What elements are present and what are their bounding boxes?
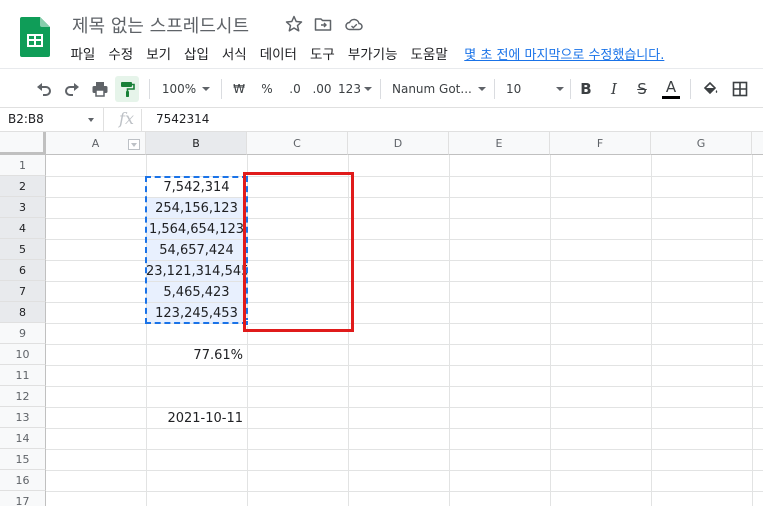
decrease-decimal-button[interactable]: .0 bbox=[283, 76, 307, 102]
more-formats-button[interactable]: 123 bbox=[338, 76, 372, 102]
row-header-15[interactable]: 15 bbox=[0, 449, 46, 470]
toolbar-separator bbox=[149, 79, 150, 99]
zoom-caret-icon bbox=[202, 87, 211, 91]
column-header-g[interactable]: G bbox=[651, 132, 752, 155]
print-icon bbox=[92, 82, 108, 97]
annotation-highlight-box bbox=[243, 172, 354, 332]
formula-bar: B2:B8 fx 7542314 bbox=[0, 108, 763, 132]
row-header-3[interactable]: 3 bbox=[0, 197, 46, 218]
toolbar-separator bbox=[690, 79, 691, 99]
currency-format-button[interactable]: ₩ bbox=[228, 76, 250, 102]
fill-color-icon bbox=[703, 81, 718, 95]
column-header-c[interactable]: C bbox=[247, 132, 348, 155]
row-header-13[interactable]: 13 bbox=[0, 407, 46, 428]
font-size-caret-icon bbox=[556, 87, 564, 91]
sheets-logo-icon[interactable] bbox=[20, 17, 50, 57]
borders-button[interactable] bbox=[728, 76, 752, 102]
header: 제목 없는 스프레드시트 파일 수정 보기 삽입 서식 데이터 도구 부가기능 … bbox=[0, 0, 763, 68]
row-header-9[interactable]: 9 bbox=[0, 323, 46, 344]
column-header-d[interactable]: D bbox=[348, 132, 449, 155]
menu-file[interactable]: 파일 bbox=[64, 43, 102, 63]
percent-format-button[interactable]: % bbox=[256, 76, 278, 102]
column-header-f[interactable]: F bbox=[550, 132, 651, 155]
menu-data[interactable]: 데이터 bbox=[253, 43, 303, 63]
name-box-caret-icon[interactable] bbox=[88, 118, 94, 122]
row-header-8[interactable]: 8 bbox=[0, 302, 46, 323]
menu-view[interactable]: 보기 bbox=[140, 43, 178, 63]
gridline bbox=[651, 155, 652, 506]
sheets-app: 제목 없는 스프레드시트 파일 수정 보기 삽입 서식 데이터 도구 부가기능 … bbox=[0, 0, 763, 506]
column-header-e[interactable]: E bbox=[449, 132, 550, 155]
row-header-16[interactable]: 16 bbox=[0, 470, 46, 491]
row-header-1[interactable]: 1 bbox=[0, 155, 46, 176]
text-color-button[interactable]: A bbox=[659, 76, 683, 102]
paint-format-button[interactable] bbox=[115, 76, 139, 102]
star-icon[interactable] bbox=[284, 14, 304, 34]
paint-format-icon bbox=[121, 82, 135, 97]
gridline bbox=[752, 155, 753, 506]
text-color-swatch bbox=[662, 96, 680, 99]
menu-help[interactable]: 도움말 bbox=[404, 43, 454, 63]
bold-button[interactable]: B bbox=[575, 76, 597, 102]
gridline bbox=[46, 470, 763, 471]
toolbar: 100% ₩ % .0 .00 123 Nanum Got... 10 B I … bbox=[0, 68, 763, 108]
menu-tools[interactable]: 도구 bbox=[303, 43, 341, 63]
borders-icon bbox=[732, 81, 748, 97]
font-family-select[interactable]: Nanum Got... bbox=[392, 76, 486, 102]
row-header-4[interactable]: 4 bbox=[0, 218, 46, 239]
menu-insert[interactable]: 삽입 bbox=[178, 43, 216, 63]
redo-icon bbox=[65, 83, 79, 96]
toolbar-separator bbox=[494, 79, 495, 99]
row-header-10[interactable]: 10 bbox=[0, 344, 46, 365]
row-header-14[interactable]: 14 bbox=[0, 428, 46, 449]
row-header-7[interactable]: 7 bbox=[0, 281, 46, 302]
column-header-overflow bbox=[752, 132, 763, 155]
menu-edit[interactable]: 수정 bbox=[102, 43, 140, 63]
gridline bbox=[449, 155, 450, 506]
increase-decimal-button[interactable]: .00 bbox=[309, 76, 335, 102]
toolbar-separator bbox=[221, 79, 222, 99]
italic-button[interactable]: I bbox=[603, 76, 625, 102]
copy-selection-border bbox=[145, 176, 248, 324]
column-filter-icon[interactable] bbox=[128, 139, 140, 150]
menu-addons[interactable]: 부가기능 bbox=[341, 43, 404, 63]
cloud-saved-icon[interactable] bbox=[344, 14, 364, 34]
row-header-11[interactable]: 11 bbox=[0, 365, 46, 386]
move-to-folder-icon[interactable] bbox=[313, 14, 333, 34]
font-size-select[interactable]: 10 bbox=[506, 76, 564, 102]
document-title[interactable]: 제목 없는 스프레드시트 bbox=[72, 12, 249, 38]
zoom-select[interactable]: 100% bbox=[158, 76, 214, 102]
fill-color-button[interactable] bbox=[698, 76, 722, 102]
gridline bbox=[46, 449, 763, 450]
row-header-12[interactable]: 12 bbox=[0, 386, 46, 407]
last-edit-link[interactable]: 몇 초 전에 마지막으로 수정했습니다. bbox=[464, 44, 664, 63]
redo-button[interactable] bbox=[60, 76, 84, 102]
toolbar-separator bbox=[380, 79, 381, 99]
undo-icon bbox=[37, 83, 51, 96]
formula-input[interactable]: 7542314 bbox=[156, 112, 209, 126]
column-header-b[interactable]: B bbox=[146, 132, 247, 155]
font-caret-icon bbox=[478, 87, 486, 91]
cell-b10[interactable]: 77.61% bbox=[146, 345, 247, 366]
gridline bbox=[550, 155, 551, 506]
row-header-17[interactable]: 17 bbox=[0, 491, 46, 506]
cell-b13[interactable]: 2021-10-11 bbox=[146, 408, 247, 429]
menu-format[interactable]: 서식 bbox=[215, 43, 253, 63]
select-all-corner[interactable] bbox=[0, 132, 46, 155]
gridline bbox=[46, 491, 763, 492]
strikethrough-button[interactable]: S bbox=[631, 76, 653, 102]
gridline bbox=[46, 386, 763, 387]
print-button[interactable] bbox=[88, 76, 112, 102]
toolbar-separator bbox=[570, 79, 571, 99]
fx-icon: fx bbox=[112, 109, 142, 131]
sheet-grid[interactable]: A B C D E F G 1 2 3 4 5 6 7 8 9 10 11 12… bbox=[0, 132, 763, 506]
row-header-2[interactable]: 2 bbox=[0, 176, 46, 197]
undo-button[interactable] bbox=[32, 76, 56, 102]
row-header-6[interactable]: 6 bbox=[0, 260, 46, 281]
more-formats-caret-icon bbox=[363, 87, 372, 91]
menu-bar: 파일 수정 보기 삽입 서식 데이터 도구 부가기능 도움말 몇 초 전에 마지… bbox=[64, 42, 665, 64]
row-header-5[interactable]: 5 bbox=[0, 239, 46, 260]
